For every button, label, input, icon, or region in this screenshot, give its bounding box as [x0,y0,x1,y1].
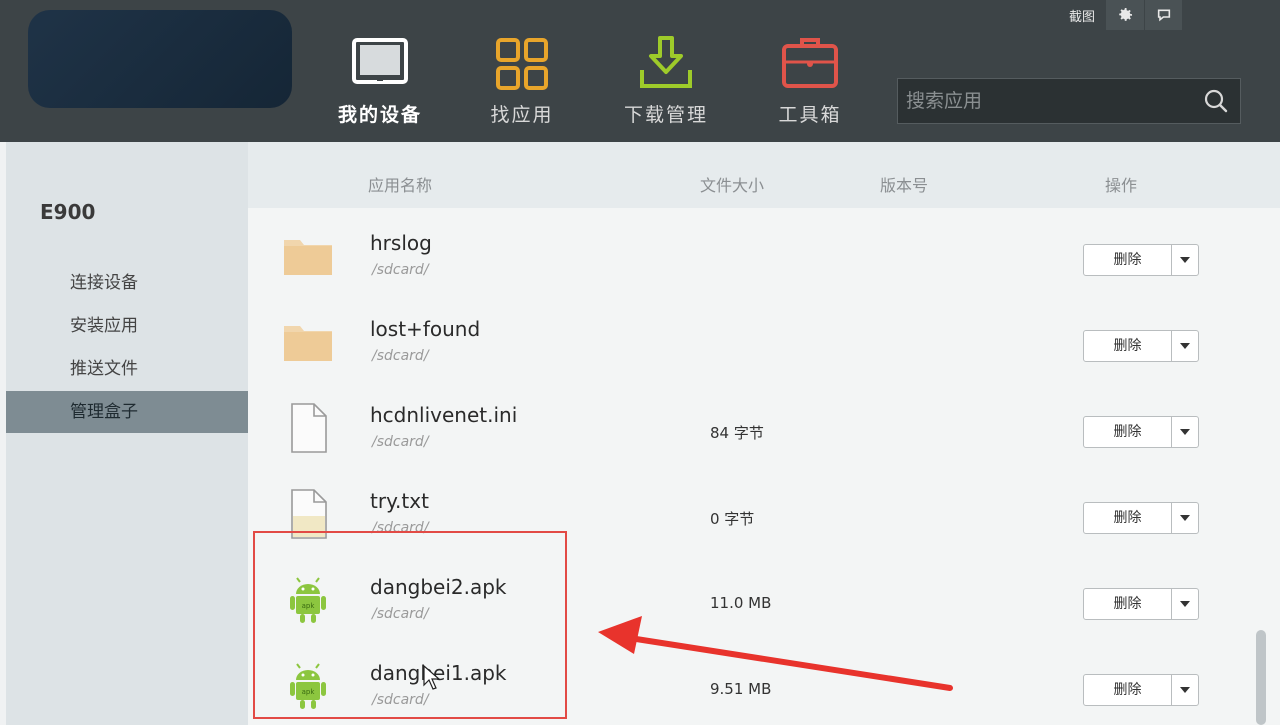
table-header: 应用名称 文件大小 版本号 操作 [248,142,1280,208]
toolbox-icon [780,34,840,94]
screenshot-button[interactable]: 截图 [1058,0,1106,30]
delete-button[interactable]: 删除 [1084,589,1172,619]
delete-button-group: 删除 [1083,674,1199,706]
file-name: try.txt [370,489,429,513]
speech-bubble-icon[interactable] [1144,0,1182,30]
file-name: hrslog [370,231,432,255]
file-path: /sdcard/ [372,348,429,364]
download-icon [636,34,696,94]
folder-icon [282,230,334,282]
sidebar-item-push-file[interactable]: 推送文件 [6,348,248,390]
column-name: 应用名称 [368,176,433,195]
nav-label: 找应用 [490,104,554,126]
nav-download-manager[interactable]: 下载管理 [606,34,726,134]
nav-toolbox[interactable]: 工具箱 [750,34,870,134]
sidebar-item-manage-box[interactable]: 管理盒子 [6,391,248,433]
chevron-down-icon[interactable] [1172,331,1198,361]
file-icon [282,402,334,454]
nav-my-device[interactable]: 我的设备 [320,34,440,134]
search-icon[interactable] [1192,78,1240,124]
nav-find-apps[interactable]: 找应用 [462,34,582,134]
column-version: 版本号 [880,176,929,195]
file-name: lost+found [370,317,481,341]
monitor-icon [350,34,410,94]
gear-icon[interactable] [1106,0,1144,30]
column-size: 文件大小 [700,176,765,195]
column-action: 操作 [1105,176,1138,195]
device-name: E900 [40,200,96,224]
file-name: hcdnlivenet.ini [370,403,518,427]
app-logo [28,10,292,108]
file-size: 84 字节 [710,424,764,442]
top-header: 截图 我的设备 找应用 下载管理 工具箱 搜索应用 [0,0,1280,142]
nav-label: 我的设备 [337,104,422,126]
delete-button-group: 删除 [1083,416,1199,448]
delete-button[interactable]: 删除 [1084,331,1172,361]
delete-button[interactable]: 删除 [1084,675,1172,705]
table-row[interactable]: hrslog /sdcard/ 删除 [248,208,1253,294]
top-actions: 截图 [1058,0,1182,30]
delete-button[interactable]: 删除 [1084,503,1172,533]
table-row[interactable]: hcdnlivenet.ini /sdcard/ 84 字节 删除 [248,380,1253,466]
delete-button[interactable]: 删除 [1084,417,1172,447]
file-size: 0 字节 [710,510,755,528]
scrollbar[interactable] [1256,630,1266,725]
sidebar-item-install-app[interactable]: 安装应用 [6,305,248,347]
chevron-down-icon[interactable] [1172,503,1198,533]
delete-button-group: 删除 [1083,244,1199,276]
annotation-arrow-icon [598,616,953,691]
file-path: /sdcard/ [372,434,429,450]
table-row[interactable]: lost+found /sdcard/ 删除 [248,294,1253,380]
folder-icon [282,316,334,368]
delete-button-group: 删除 [1083,330,1199,362]
annotation-highlight-box [253,531,567,719]
search-box [897,78,1241,124]
chevron-down-icon[interactable] [1172,417,1198,447]
file-path: /sdcard/ [372,262,429,278]
grid-icon [492,34,552,94]
delete-button-group: 删除 [1083,588,1199,620]
nav-label: 下载管理 [623,104,708,126]
delete-button[interactable]: 删除 [1084,245,1172,275]
mouse-cursor-icon [423,665,441,690]
chevron-down-icon[interactable] [1172,675,1198,705]
chevron-down-icon[interactable] [1172,245,1198,275]
sidebar: E900 连接设备 安装应用 推送文件 管理盒子 [0,142,248,725]
delete-button-group: 删除 [1083,502,1199,534]
search-input[interactable] [898,90,1192,112]
nav-label: 工具箱 [778,104,842,126]
sidebar-item-connect-device[interactable]: 连接设备 [6,262,248,304]
chevron-down-icon[interactable] [1172,589,1198,619]
